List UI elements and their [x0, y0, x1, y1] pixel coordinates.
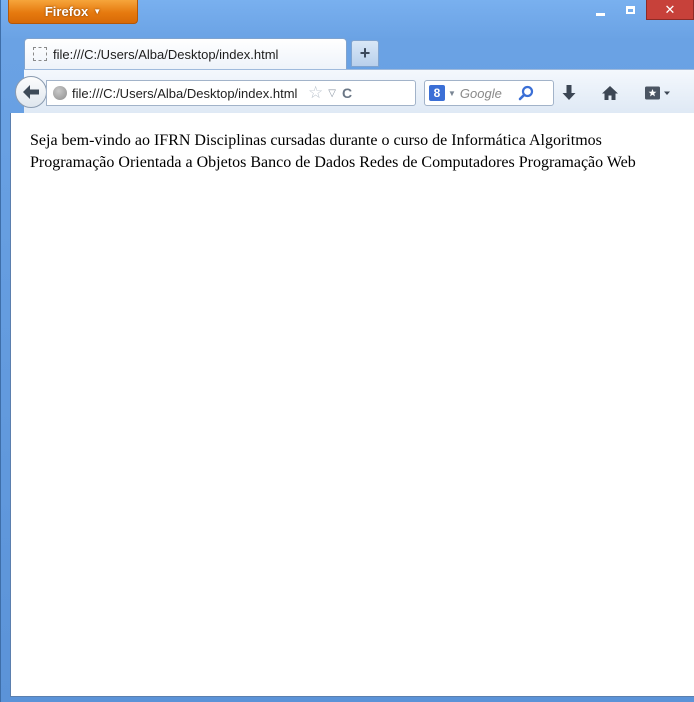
- engine-dropdown-icon[interactable]: ▼: [448, 89, 456, 98]
- new-tab-button[interactable]: +: [351, 40, 379, 67]
- browser-window: Firefox ▼ ✕ file:///C:/Users/Alba/Deskto…: [0, 0, 694, 702]
- plus-icon: +: [359, 43, 371, 63]
- close-icon: ✕: [664, 1, 676, 17]
- minimize-button[interactable]: [585, 0, 615, 20]
- firefox-menu-button[interactable]: Firefox ▼: [8, 0, 138, 24]
- home-icon: [602, 86, 618, 100]
- url-bar[interactable]: file:///C:/Users/Alba/Desktop/index.html…: [46, 80, 416, 106]
- url-text[interactable]: file:///C:/Users/Alba/Desktop/index.html: [72, 86, 304, 101]
- reload-icon[interactable]: C: [342, 85, 352, 101]
- firefox-menu-label: Firefox: [44, 4, 89, 19]
- chevron-down-icon: ▼: [93, 7, 102, 16]
- bookmarks-menu-button[interactable]: [638, 82, 678, 104]
- search-input[interactable]: Google: [460, 86, 514, 101]
- maximize-icon: [625, 6, 635, 14]
- close-button[interactable]: ✕: [646, 0, 694, 20]
- home-button[interactable]: [598, 82, 622, 104]
- navigation-toolbar: file:///C:/Users/Alba/Desktop/index.html…: [15, 69, 694, 113]
- bookmarks-menu-icon: [645, 86, 670, 100]
- tab-index-html[interactable]: file:///C:/Users/Alba/Desktop/index.html: [24, 38, 347, 69]
- google-icon[interactable]: 8: [429, 85, 445, 101]
- page-body-text: Seja bem-vindo ao IFRN Disciplinas cursa…: [30, 132, 636, 171]
- globe-icon: [53, 86, 67, 100]
- minimize-icon: [595, 12, 605, 16]
- magnifier-icon[interactable]: [518, 85, 534, 101]
- dropmarker-icon[interactable]: ▽: [328, 88, 336, 99]
- download-icon: [562, 85, 576, 100]
- search-bar[interactable]: 8 ▼ Google: [424, 80, 554, 106]
- tab-title: file:///C:/Users/Alba/Desktop/index.html: [53, 46, 279, 62]
- back-button[interactable]: [15, 76, 47, 108]
- bookmark-star-icon[interactable]: ☆: [308, 83, 323, 103]
- maximize-button[interactable]: [615, 0, 645, 20]
- blank-page-icon: [33, 47, 47, 61]
- download-button[interactable]: [557, 82, 581, 104]
- page-content: Seja bem-vindo ao IFRN Disciplinas cursa…: [10, 113, 694, 697]
- back-arrow-icon: [23, 85, 39, 99]
